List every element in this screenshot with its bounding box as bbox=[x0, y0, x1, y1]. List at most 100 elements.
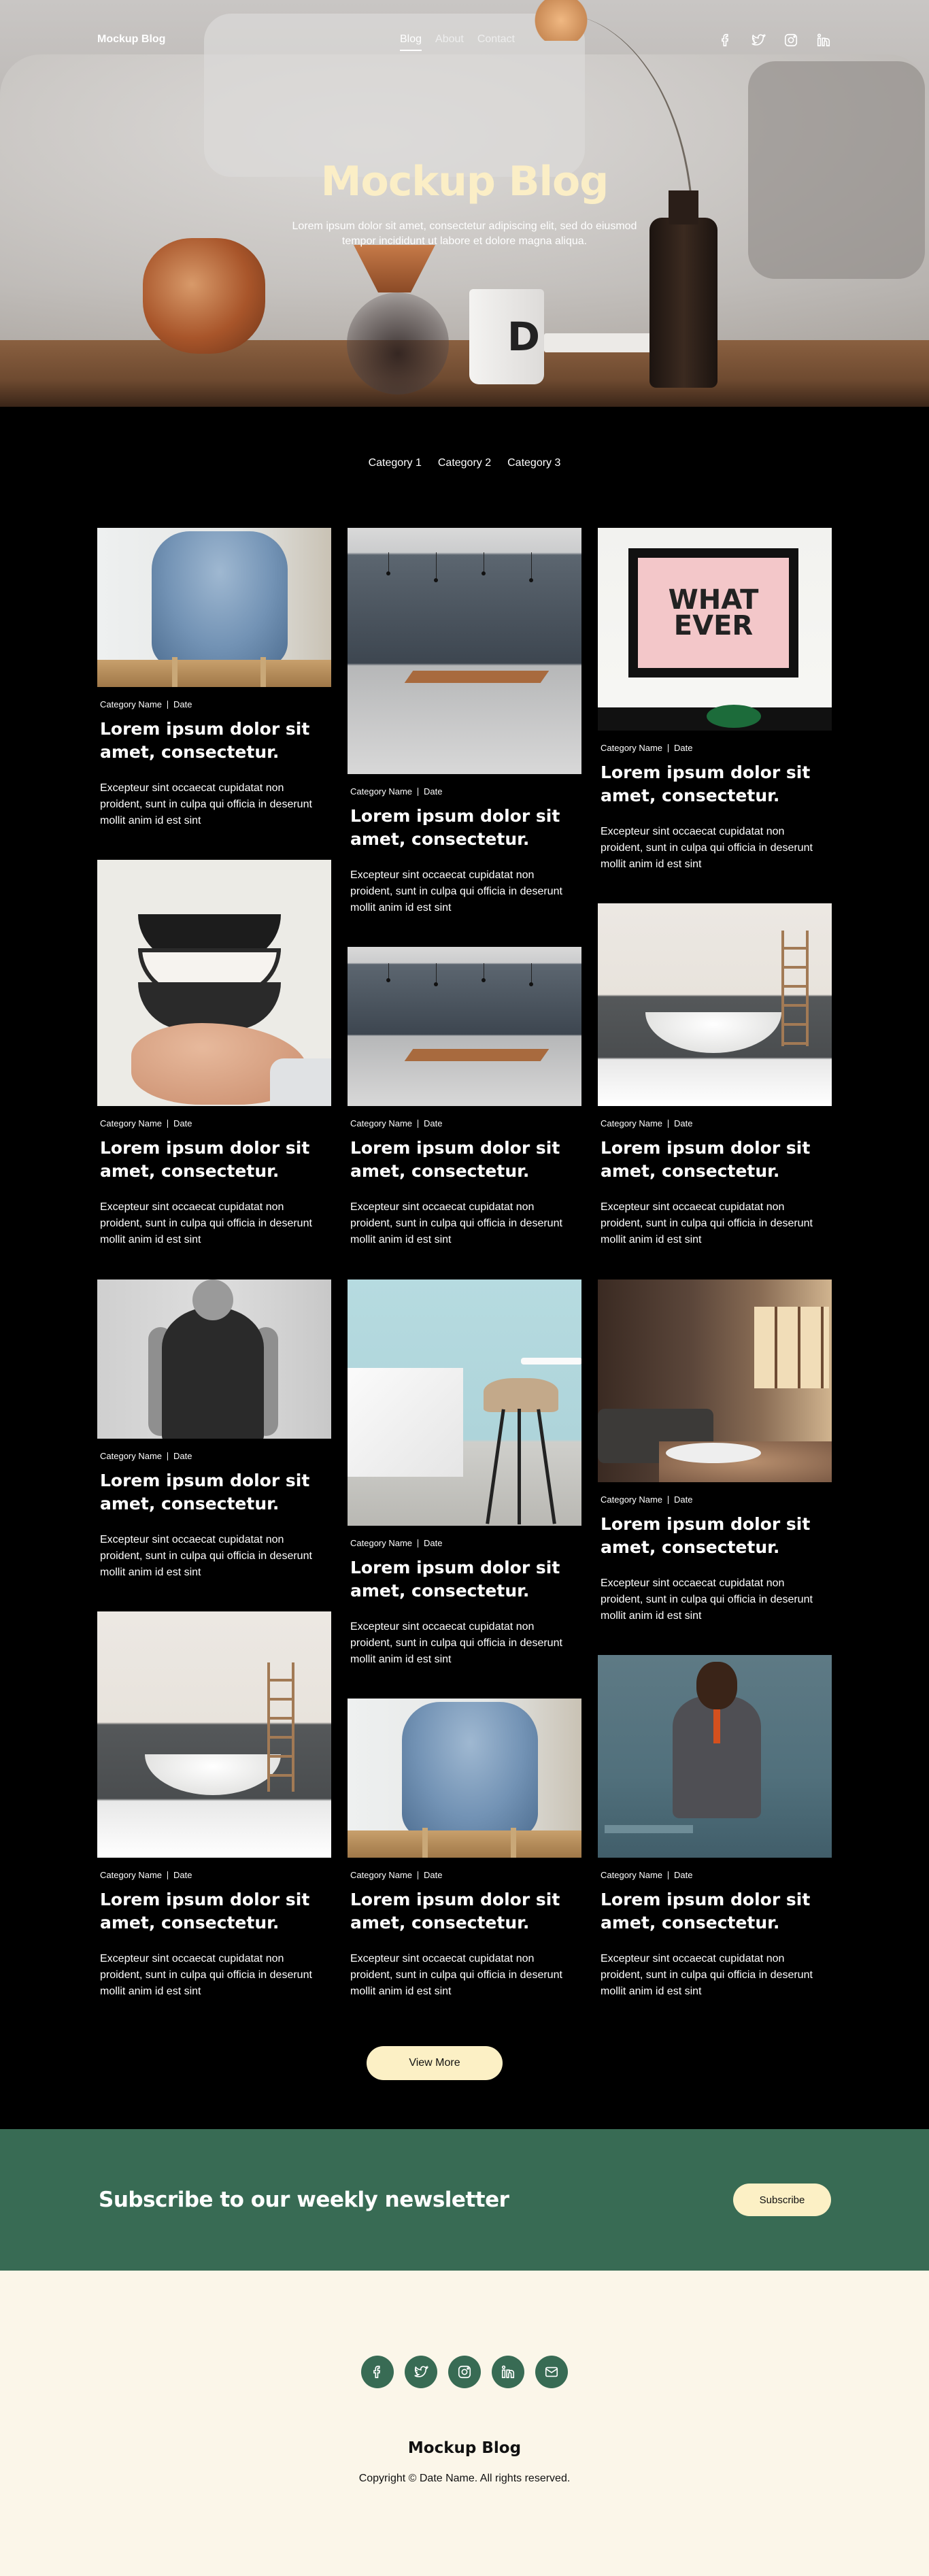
post-title[interactable]: Lorem ipsum dolor sit amet, consectetur. bbox=[601, 1137, 818, 1183]
nav-link-contact[interactable]: Contact bbox=[477, 33, 515, 51]
nav-link-blog[interactable]: Blog bbox=[400, 33, 422, 51]
post-category[interactable]: Category Name bbox=[100, 1451, 162, 1461]
post-card[interactable]: Category Name Date Lorem ipsum dolor sit … bbox=[97, 860, 331, 1248]
post-category[interactable]: Category Name bbox=[100, 1870, 162, 1880]
nav-socials bbox=[715, 30, 834, 50]
post-date: Date bbox=[173, 1118, 192, 1128]
post-image-whatever-poster[interactable]: WHAT EVER bbox=[598, 528, 832, 731]
post-date: Date bbox=[424, 1538, 443, 1548]
post-card[interactable]: Category Name Date Lorem ipsum dolor sit … bbox=[97, 528, 331, 829]
facebook-icon[interactable] bbox=[361, 2356, 394, 2388]
site-logo[interactable]: Mockup Blog bbox=[97, 33, 165, 46]
twitter-icon[interactable] bbox=[405, 2356, 437, 2388]
post-image-stacked-bowls[interactable] bbox=[97, 860, 331, 1106]
post-image-blue-armchair[interactable] bbox=[348, 1699, 581, 1858]
post-meta: Category Name Date bbox=[601, 743, 832, 753]
post-excerpt: Excepteur sint occaecat cupidatat non pr… bbox=[100, 1201, 312, 1245]
post-image-living-room[interactable] bbox=[598, 1279, 832, 1482]
post-image-dining-room[interactable] bbox=[348, 528, 581, 774]
poster-artwork: WHAT EVER bbox=[638, 558, 789, 668]
post-title[interactable]: Lorem ipsum dolor sit amet, consectetur. bbox=[100, 1469, 318, 1516]
post-card[interactable]: Category Name Date Lorem ipsum dolor sit … bbox=[348, 528, 581, 916]
hero-vase bbox=[649, 190, 717, 388]
subscribe-button[interactable]: Subscribe bbox=[733, 2184, 831, 2216]
post-meta: Category Name Date bbox=[100, 1870, 331, 1880]
post-meta: Category Name Date bbox=[601, 1870, 832, 1880]
post-title[interactable]: Lorem ipsum dolor sit amet, consectetur. bbox=[350, 1137, 568, 1183]
post-title[interactable]: Lorem ipsum dolor sit amet, consectetur. bbox=[100, 718, 318, 764]
linkedin-icon[interactable] bbox=[813, 30, 834, 50]
post-category[interactable]: Category Name bbox=[601, 1870, 662, 1880]
post-date: Date bbox=[424, 786, 443, 797]
post-card[interactable]: Category Name Date Lorem ipsum dolor sit … bbox=[348, 947, 581, 1248]
instagram-icon[interactable] bbox=[448, 2356, 481, 2388]
post-excerpt: Excepteur sint occaecat cupidatat non pr… bbox=[350, 1953, 562, 1997]
post-card[interactable]: Category Name Date Lorem ipsum dolor sit … bbox=[97, 1611, 331, 2000]
post-date: Date bbox=[424, 1118, 443, 1128]
post-date: Date bbox=[674, 1494, 693, 1505]
post-card[interactable]: Category Name Date Lorem ipsum dolor sit … bbox=[348, 1699, 581, 2000]
post-category[interactable]: Category Name bbox=[601, 1494, 662, 1505]
post-image-bar-stool[interactable] bbox=[348, 1279, 581, 1526]
post-category[interactable]: Category Name bbox=[350, 1538, 412, 1548]
hero-book bbox=[544, 333, 653, 352]
nav-link-about[interactable]: About bbox=[435, 33, 464, 51]
post-card[interactable]: Category Name Date Lorem ipsum dolor sit … bbox=[598, 903, 832, 1248]
post-category[interactable]: Category Name bbox=[350, 1870, 412, 1880]
post-card[interactable]: Category Name Date Lorem ipsum dolor sit … bbox=[97, 1279, 331, 1581]
post-date: Date bbox=[674, 743, 693, 753]
top-nav: Mockup Blog Blog About Contact bbox=[0, 0, 929, 82]
post-image-blue-armchair[interactable] bbox=[97, 528, 331, 687]
post-excerpt: Excepteur sint occaecat cupidatat non pr… bbox=[601, 1953, 813, 1997]
mail-icon[interactable] bbox=[535, 2356, 568, 2388]
post-meta: Category Name Date bbox=[601, 1494, 832, 1505]
post-excerpt: Excepteur sint occaecat cupidatat non pr… bbox=[100, 782, 312, 826]
post-title[interactable]: Lorem ipsum dolor sit amet, consectetur. bbox=[100, 1137, 318, 1183]
post-image-bathtub[interactable] bbox=[598, 903, 832, 1106]
post-title[interactable]: Lorem ipsum dolor sit amet, consectetur. bbox=[601, 1888, 818, 1935]
post-meta: Category Name Date bbox=[350, 1538, 581, 1548]
footer: Mockup Blog Copyright © Date Name. All r… bbox=[0, 2271, 929, 2576]
hero-kettle bbox=[143, 238, 265, 354]
category-link-3[interactable]: Category 3 bbox=[507, 457, 560, 469]
post-title[interactable]: Lorem ipsum dolor sit amet, consectetur. bbox=[350, 1888, 568, 1935]
post-category[interactable]: Category Name bbox=[100, 699, 162, 709]
post-card[interactable]: Category Name Date Lorem ipsum dolor sit … bbox=[348, 1279, 581, 1668]
hero-subtitle: Lorem ipsum dolor sit amet, consectetur … bbox=[292, 220, 637, 247]
post-card[interactable]: Category Name Date Lorem ipsum dolor sit … bbox=[598, 1279, 832, 1624]
post-category[interactable]: Category Name bbox=[601, 743, 662, 753]
post-image-person-portrait[interactable] bbox=[97, 1279, 331, 1439]
view-more-button[interactable]: View More bbox=[367, 2046, 503, 2080]
post-excerpt: Excepteur sint occaecat cupidatat non pr… bbox=[601, 1201, 813, 1245]
post-category[interactable]: Category Name bbox=[350, 786, 412, 797]
post-excerpt: Excepteur sint occaecat cupidatat non pr… bbox=[350, 1201, 562, 1245]
post-image-dining-room[interactable] bbox=[348, 947, 581, 1106]
post-title[interactable]: Lorem ipsum dolor sit amet, consectetur. bbox=[601, 761, 818, 807]
post-grid: Category Name Date Lorem ipsum dolor sit … bbox=[97, 528, 832, 1997]
post-image-bathtub[interactable] bbox=[97, 1611, 331, 1858]
facebook-icon[interactable] bbox=[715, 30, 736, 50]
category-link-1[interactable]: Category 1 bbox=[369, 457, 422, 469]
post-category[interactable]: Category Name bbox=[100, 1118, 162, 1128]
post-date: Date bbox=[173, 1451, 192, 1461]
post-meta: Category Name Date bbox=[350, 1118, 581, 1128]
post-date: Date bbox=[674, 1870, 693, 1880]
post-title[interactable]: Lorem ipsum dolor sit amet, consectetur. bbox=[350, 805, 568, 851]
linkedin-icon[interactable] bbox=[492, 2356, 524, 2388]
post-title[interactable]: Lorem ipsum dolor sit amet, consectetur. bbox=[100, 1888, 318, 1935]
post-card[interactable]: WHAT EVER Category Name Date Lorem ipsum d… bbox=[598, 528, 832, 873]
post-image-man-in-vest[interactable] bbox=[598, 1655, 832, 1858]
post-meta: Category Name Date bbox=[100, 1451, 331, 1461]
footer-copyright: Copyright © Date Name. All rights reserv… bbox=[358, 2473, 571, 2484]
instagram-icon[interactable] bbox=[781, 30, 801, 50]
post-category[interactable]: Category Name bbox=[601, 1118, 662, 1128]
hero-table bbox=[0, 340, 929, 407]
post-title[interactable]: Lorem ipsum dolor sit amet, consectetur. bbox=[350, 1556, 568, 1603]
newsletter-section: Subscribe to our weekly newsletter Subsc… bbox=[0, 2129, 929, 2271]
category-link-2[interactable]: Category 2 bbox=[438, 457, 491, 469]
post-category[interactable]: Category Name bbox=[350, 1118, 412, 1128]
post-card[interactable]: Category Name Date Lorem ipsum dolor sit … bbox=[598, 1655, 832, 2000]
post-excerpt: Excepteur sint occaecat cupidatat non pr… bbox=[100, 1953, 312, 1997]
twitter-icon[interactable] bbox=[748, 30, 768, 50]
post-title[interactable]: Lorem ipsum dolor sit amet, consectetur. bbox=[601, 1513, 818, 1559]
